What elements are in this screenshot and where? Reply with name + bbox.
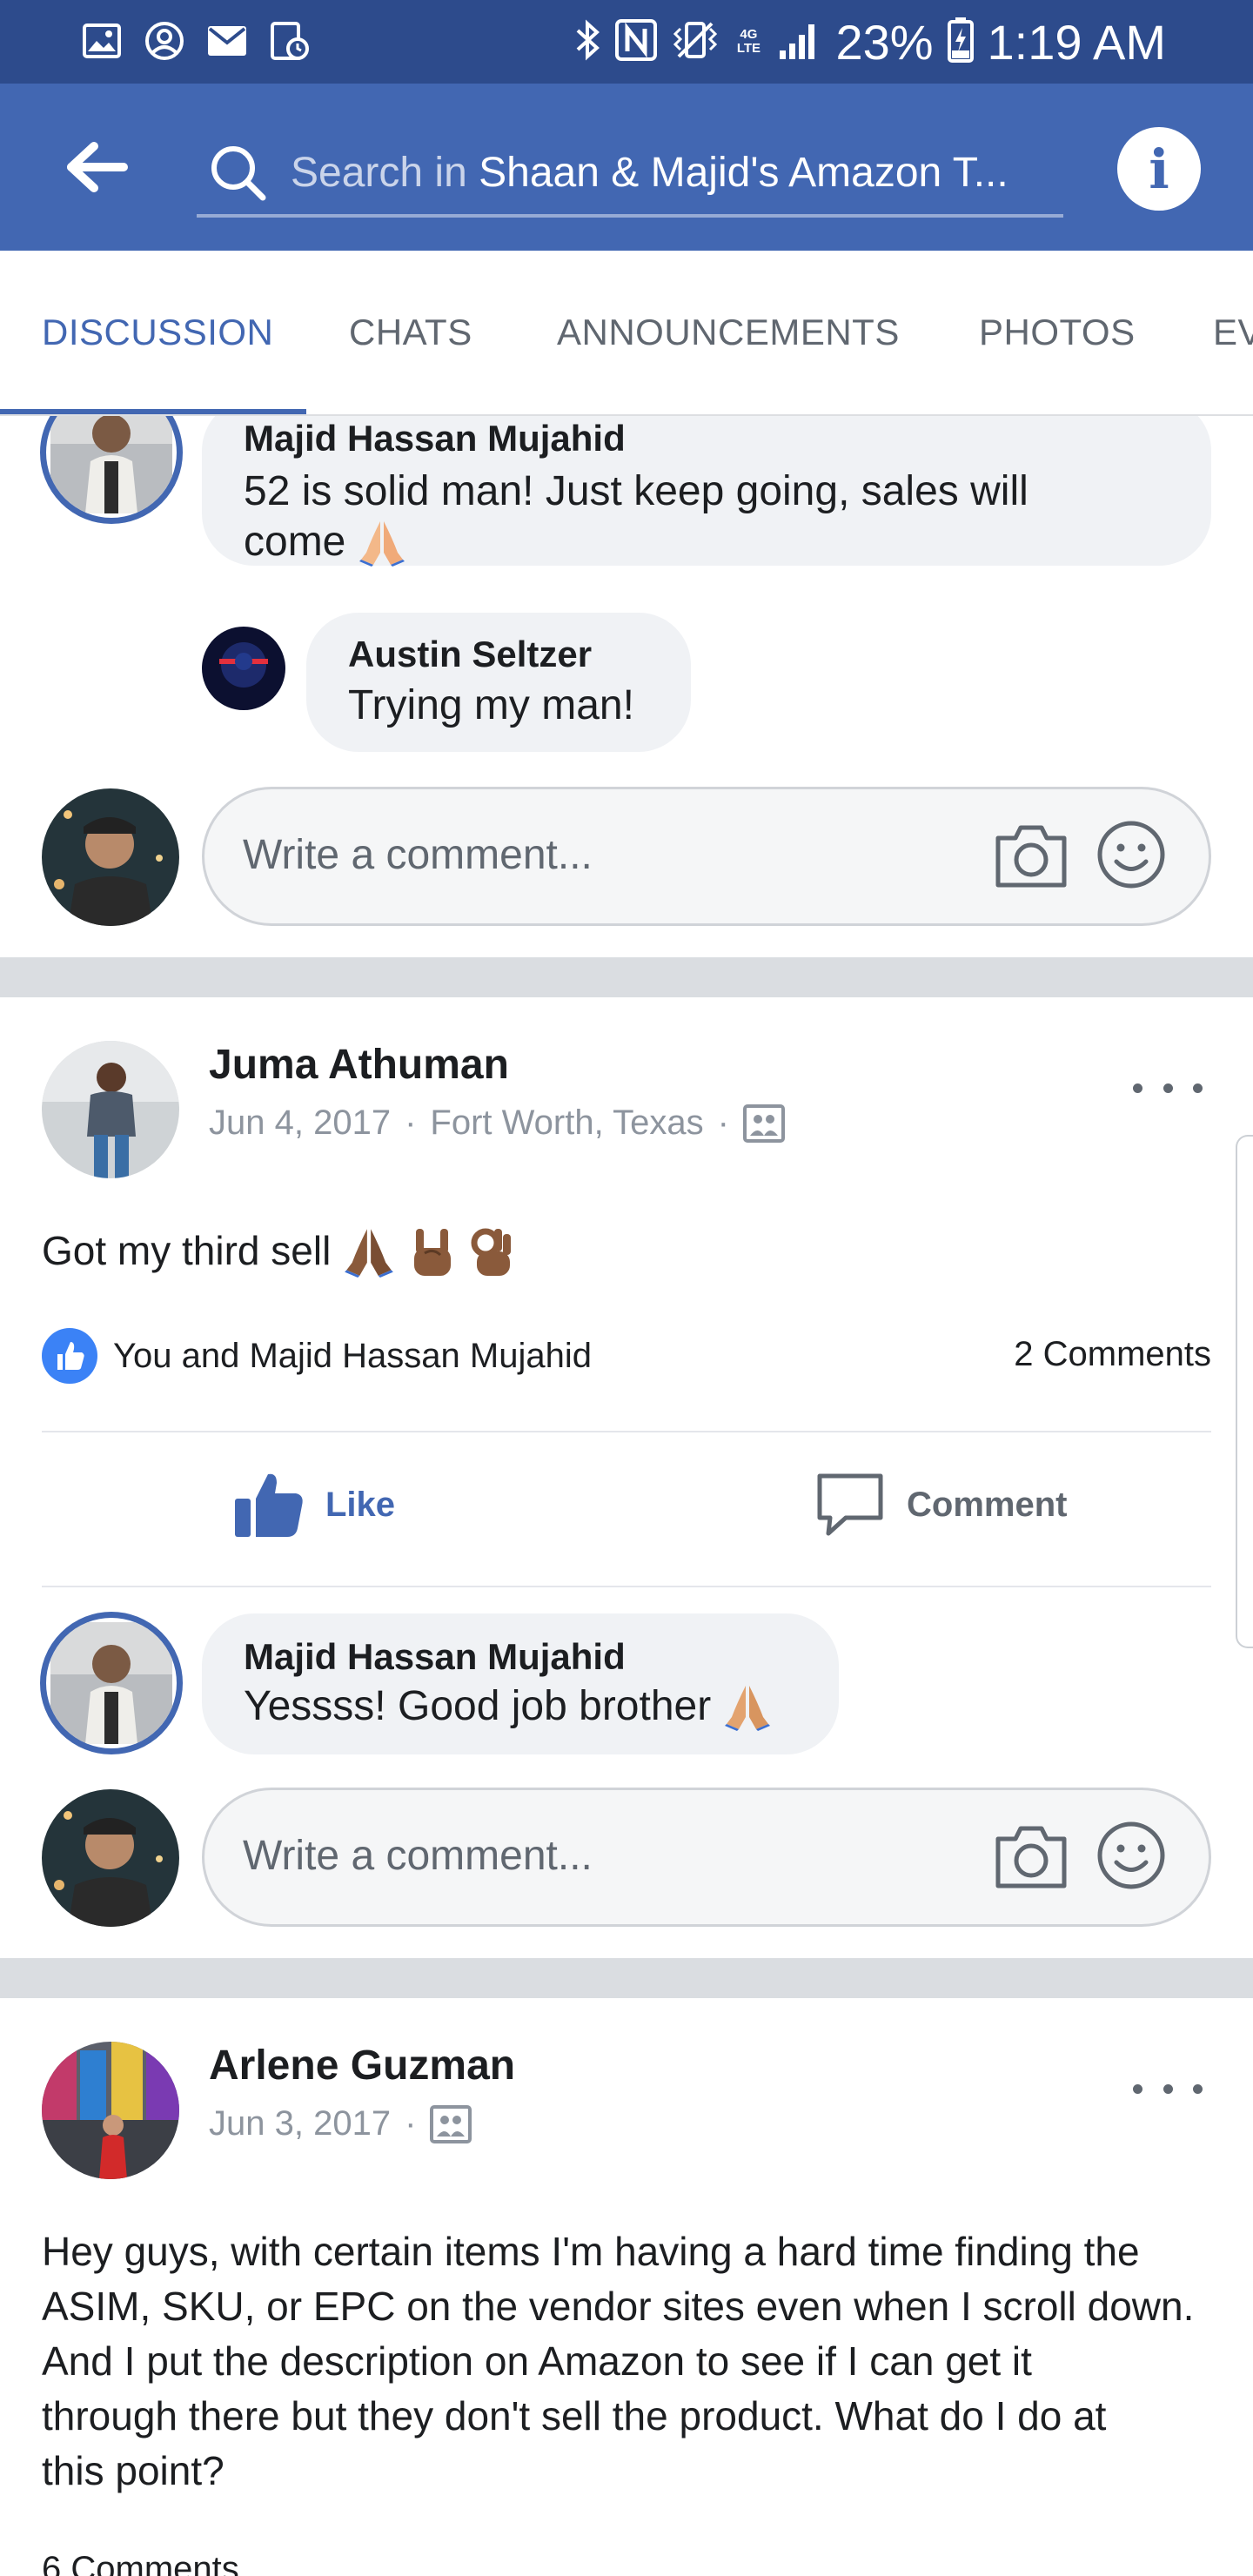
search-icon xyxy=(211,146,266,201)
group-tabs: DISCUSSION CHATS ANNOUNCEMENTS PHOTOS EV xyxy=(0,251,1253,416)
comment-placeholder: Write a comment... xyxy=(243,832,593,878)
rock-on-emoji xyxy=(414,1228,452,1276)
back-button[interactable] xyxy=(61,134,134,200)
comment-author[interactable]: Austin Seltzer xyxy=(348,634,592,675)
avatar[interactable] xyxy=(202,627,285,710)
account-icon xyxy=(143,19,186,63)
reply-bubble[interactable]: Austin Seltzer Trying my man! xyxy=(306,613,691,752)
tab-photos[interactable]: PHOTOS xyxy=(979,251,1136,414)
post-more-button[interactable] xyxy=(1133,2071,1203,2106)
signal-icon xyxy=(778,19,821,65)
mail-icon xyxy=(205,19,249,63)
camera-icon[interactable] xyxy=(995,821,1068,890)
tab-discussion[interactable]: DISCUSSION xyxy=(42,251,273,414)
like-reaction-icon xyxy=(42,1328,97,1384)
like-label: Like xyxy=(325,1485,396,1524)
reactions-text: You and Majid Hassan Mujahid xyxy=(113,1336,592,1375)
folded-hands-emoji xyxy=(725,1686,771,1731)
comment-text: Yessss! Good job brother xyxy=(244,1683,712,1729)
battery-icon xyxy=(947,17,974,67)
post-meta: Jun 4, 2017 · Fort Worth, Texas · xyxy=(209,1104,785,1143)
post-text-line: Hey guys, with certain items I'm having … xyxy=(42,2229,1140,2274)
search-placeholder: Search in Shaan & Majid's Amazon T... xyxy=(291,149,1008,196)
smiley-icon[interactable] xyxy=(1096,819,1167,890)
more-icon xyxy=(1133,1083,1142,1093)
photo-album-icon xyxy=(430,2104,472,2143)
back-arrow-icon xyxy=(67,142,128,192)
comment-count[interactable]: 2 Comments xyxy=(1014,1335,1211,1374)
photo-album-icon xyxy=(742,1104,785,1143)
post-text: Got my third sell xyxy=(42,1228,332,1273)
comment-author[interactable]: Majid Hassan Mujahid xyxy=(244,418,626,460)
comment-text: Trying my man! xyxy=(348,682,634,728)
post-text-line: ASIM, SKU, or EPC on the vendor sites ev… xyxy=(42,2284,1195,2329)
comment-input[interactable]: Write a comment... xyxy=(202,787,1211,926)
post-date[interactable]: Jun 3, 2017 xyxy=(209,2104,391,2143)
comment-text-line: 52 is solid man! Just keep going, sales … xyxy=(244,468,1029,514)
avatar[interactable] xyxy=(42,788,179,926)
post-text-line: And I put the description on Amazon to s… xyxy=(42,2338,1032,2384)
comment-bubble[interactable]: Majid Hassan Mujahid 52 is solid man! Ju… xyxy=(202,416,1211,567)
comment-bubble[interactable]: Majid Hassan Mujahid Yessss! Good job br… xyxy=(202,1613,839,1754)
status-bar: 4G LTE 23% 1:19 AM xyxy=(0,0,1253,84)
network-type: 4G LTE xyxy=(736,27,761,56)
clock: 1:19 AM xyxy=(987,14,1166,70)
tab-chats[interactable]: CHATS xyxy=(349,251,472,414)
group-search-input[interactable]: Search in Shaan & Majid's Amazon T... xyxy=(197,131,1063,218)
post-author[interactable]: Juma Athuman xyxy=(209,1041,509,1089)
comment-input[interactable]: Write a comment... xyxy=(202,1788,1211,1927)
post-date[interactable]: Jun 4, 2017 xyxy=(209,1104,391,1143)
separator xyxy=(42,1586,1211,1587)
camera-icon[interactable] xyxy=(995,1821,1068,1891)
screen-record-icon xyxy=(268,19,312,63)
like-button[interactable]: Like xyxy=(233,1471,395,1539)
avatar[interactable] xyxy=(42,2042,179,2179)
comment-author[interactable]: Majid Hassan Mujahid xyxy=(244,1636,626,1678)
group-info-button[interactable]: i xyxy=(1117,127,1201,211)
avatar[interactable] xyxy=(42,1041,179,1178)
separator xyxy=(42,1431,1211,1432)
comment-button[interactable]: Comment xyxy=(814,1471,1067,1539)
thumbs-up-icon xyxy=(235,1473,303,1537)
more-icon xyxy=(1133,2083,1142,2094)
info-icon: i xyxy=(1149,137,1169,201)
post-more-button[interactable] xyxy=(1133,1070,1203,1105)
folded-hands-emoji xyxy=(359,521,405,567)
avatar[interactable] xyxy=(40,1612,183,1754)
comment-count[interactable]: 6 Comments xyxy=(42,2550,239,2576)
post-location[interactable]: Fort Worth, Texas xyxy=(430,1104,703,1143)
gallery-icon xyxy=(80,19,124,63)
comment-placeholder: Write a comment... xyxy=(243,1833,593,1879)
post-body: Got my third sell xyxy=(42,1224,513,1278)
battery-percent: 23% xyxy=(835,14,934,70)
post-meta: Jun 3, 2017 · xyxy=(209,2104,472,2143)
tab-events[interactable]: EV xyxy=(1213,251,1253,414)
post-divider xyxy=(0,957,1253,997)
post-text-line: through there but they don't sell the pr… xyxy=(42,2393,1107,2438)
comment-label: Comment xyxy=(907,1485,1068,1524)
tab-announcements[interactable]: ANNOUNCEMENTS xyxy=(557,251,900,414)
ok-hand-emoji xyxy=(471,1228,512,1276)
avatar[interactable] xyxy=(42,1789,179,1927)
post-body: Hey guys, with certain items I'm having … xyxy=(42,2224,1225,2499)
nfc-icon xyxy=(614,18,658,66)
avatar[interactable] xyxy=(40,416,183,524)
post-author[interactable]: Arlene Guzman xyxy=(209,2042,515,2090)
reactions-summary[interactable]: You and Majid Hassan Mujahid xyxy=(42,1328,592,1384)
vibrate-icon xyxy=(672,18,719,66)
discussion-feed[interactable]: Majid Hassan Mujahid 52 is solid man! Ju… xyxy=(0,416,1253,2576)
scrollbar-thumb[interactable] xyxy=(1236,1135,1253,1648)
comment-text-line: come xyxy=(244,519,346,565)
post-text-line: this point? xyxy=(42,2448,224,2493)
app-header: Search in Shaan & Majid's Amazon T... i xyxy=(0,84,1253,251)
bluetooth-icon xyxy=(574,18,600,66)
smiley-icon[interactable] xyxy=(1096,1820,1167,1891)
active-tab-indicator xyxy=(0,409,306,414)
post-divider xyxy=(0,1958,1253,1998)
comment-bubble-icon xyxy=(817,1473,883,1536)
folded-hands-emoji xyxy=(345,1228,394,1278)
group-name: Shaan & Majid's Amazon T... xyxy=(479,149,1008,196)
